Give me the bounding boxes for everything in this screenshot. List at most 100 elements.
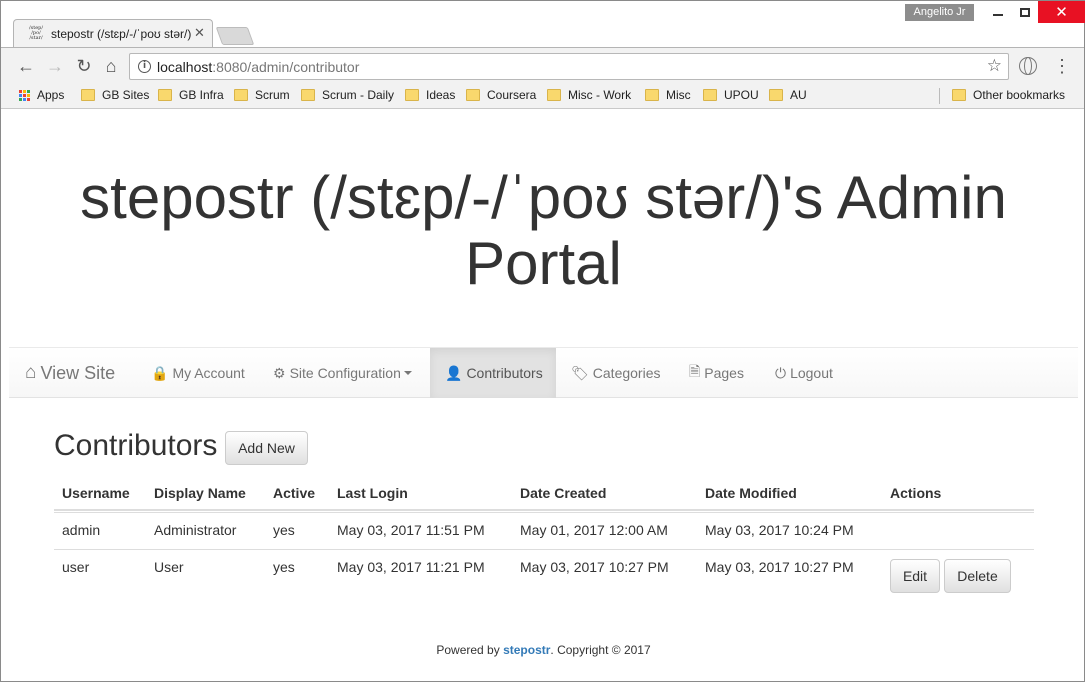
address-bar[interactable]: i localhost:8080/admin/contributor ☆ — [129, 53, 1009, 80]
bookmark-label: Scrum - Daily — [322, 88, 395, 102]
cell-last-login: May 03, 2017 11:51 PM — [337, 522, 485, 538]
page-title-line1: stepostr (/stɛp/-/ˈpoʊ stər/)'s Admin — [80, 164, 1007, 231]
column-header: Last Login — [337, 485, 408, 501]
file-icon: 🗎 — [689, 363, 701, 379]
bookmark-label: Ideas — [426, 88, 456, 102]
bookmark-label: Apps — [37, 88, 65, 102]
globe-icon[interactable] — [1019, 57, 1037, 75]
gear-icon: ⚙ — [273, 364, 286, 381]
bookmark-label: Misc — [666, 88, 691, 102]
back-button[interactable]: ← — [15, 55, 37, 77]
bookmark-ideas[interactable]: Ideas — [405, 88, 455, 102]
nav-categories[interactable]: 🏷 Categories — [571, 348, 660, 398]
cell-date-created: May 03, 2017 10:27 PM — [520, 559, 669, 575]
arrow-left-icon: ← — [17, 56, 35, 76]
bookmark-star-icon[interactable]: ☆ — [987, 56, 1002, 76]
bookmark-label: GB Infra — [179, 88, 224, 102]
bookmark-upou[interactable]: UPOU — [703, 88, 759, 102]
bookmark-au[interactable]: AU — [769, 88, 807, 102]
nav-label: Categories — [592, 365, 661, 381]
edit-button[interactable]: Edit — [890, 559, 940, 593]
home-button[interactable]: ⌂ — [100, 55, 122, 77]
column-header: Actions — [890, 485, 942, 501]
bookmark-gb-sites[interactable]: GB Sites — [81, 88, 149, 102]
nav-logout[interactable]: ⏻ Logout — [775, 348, 833, 398]
cell-last-login: May 03, 2017 11:21 PM — [337, 559, 485, 575]
browser-toolbar: ← → ↻ ⌂ i localhost:8080/admin/contribut… — [1, 47, 1084, 83]
more-menu-icon[interactable]: ⋮ — [1053, 55, 1071, 77]
column-header: Display Name — [154, 485, 246, 501]
bookmark-scrum-daily[interactable]: Scrum - Daily — [301, 88, 394, 102]
nav-contributors[interactable]: 👤 Contributors — [430, 348, 556, 398]
page-title-line2: Portal — [465, 230, 622, 297]
bookmark-other[interactable]: Other bookmarks — [952, 88, 1065, 102]
tab-close-icon[interactable]: ✕ — [194, 25, 205, 41]
add-new-button[interactable]: Add New — [225, 431, 308, 465]
folder-icon — [645, 89, 659, 101]
cell-display-name: User — [154, 559, 184, 575]
bookmark-label: Coursera — [487, 88, 537, 102]
footer-link[interactable]: stepostr — [503, 643, 550, 657]
nav-brand-label: View Site — [40, 362, 116, 383]
table-header: Username Display Name Active Last Login … — [54, 476, 1034, 511]
cell-active: yes — [273, 522, 295, 538]
footer-prefix: Powered by — [436, 643, 504, 657]
close-window-button[interactable]: ✕ — [1038, 1, 1085, 23]
nav-my-account[interactable]: 🔒 My Account — [151, 348, 245, 398]
forward-button[interactable]: → — [44, 55, 66, 77]
maximize-icon — [1020, 7, 1030, 17]
folder-icon — [952, 89, 966, 101]
url-text[interactable]: localhost:8080/admin/contributor — [157, 59, 359, 75]
table-row: user User yes May 03, 2017 11:21 PM May … — [54, 549, 1034, 603]
profile-badge[interactable]: Angelito Jr — [905, 4, 974, 21]
folder-icon — [405, 89, 419, 101]
bookmark-separator — [939, 88, 940, 104]
column-header: Active — [273, 485, 316, 501]
bookmark-gb-infra[interactable]: GB Infra — [158, 88, 224, 102]
cell-date-created: May 01, 2017 12:00 AM — [520, 522, 668, 538]
info-icon[interactable]: i — [138, 60, 151, 73]
bookmark-apps[interactable]: Apps — [19, 88, 64, 102]
nav-site-configuration[interactable]: ⚙ Site Configuration — [273, 348, 412, 398]
nav-label: Contributors — [466, 365, 543, 381]
column-header: Username — [62, 485, 130, 501]
footer: Powered by stepostr. Copyright © 2017 — [9, 643, 1078, 657]
admin-navbar: ⌂ View Site 🔒 My Account ⚙ Site Configur… — [9, 347, 1078, 398]
caret-down-icon — [403, 371, 412, 375]
nav-view-site[interactable]: ⌂ View Site — [25, 348, 145, 398]
cell-display-name: Administrator — [154, 522, 237, 538]
power-icon: ⏻ — [775, 364, 787, 381]
column-header: Date Modified — [705, 485, 797, 501]
reload-button[interactable]: ↻ — [73, 55, 95, 77]
nav-label: Pages — [704, 365, 744, 381]
folder-icon — [703, 89, 717, 101]
folder-icon — [158, 89, 172, 101]
bookmark-coursera[interactable]: Coursera — [466, 88, 536, 102]
delete-button[interactable]: Delete — [944, 559, 1011, 593]
nav-label: Site Configuration — [289, 365, 401, 381]
bookmark-misc[interactable]: Misc — [645, 88, 691, 102]
bookmark-label: Other bookmarks — [973, 88, 1066, 102]
minimize-button[interactable] — [983, 1, 1013, 23]
new-tab-button[interactable] — [215, 27, 255, 45]
bookmark-misc-work[interactable]: Misc - Work — [547, 88, 631, 102]
bookmark-label: Misc - Work — [568, 88, 632, 102]
bookmark-label: Scrum — [255, 88, 290, 102]
favicon-icon: /step/ /po/ /star/ — [28, 25, 44, 41]
nav-label: My Account — [172, 365, 245, 381]
nav-pages[interactable]: 🗎 Pages — [689, 348, 744, 398]
apps-grid-icon — [19, 89, 30, 101]
tags-icon: 🏷 — [571, 364, 589, 381]
cell-username: admin — [62, 522, 101, 538]
url-path: :8080/admin/contributor — [212, 59, 360, 75]
maximize-button[interactable] — [1010, 1, 1040, 23]
folder-icon — [81, 89, 95, 101]
folder-icon — [769, 89, 783, 101]
bookmark-scrum[interactable]: Scrum — [234, 88, 290, 102]
home-icon: ⌂ — [25, 362, 37, 383]
browser-tab[interactable]: /step/ /po/ /star/ stepostr (/stɛp/-/ˈpo… — [13, 19, 213, 48]
browser-window: /step/ /po/ /star/ stepostr (/stɛp/-/ˈpo… — [0, 0, 1085, 682]
page-content: stepostr (/stɛp/-/ˈpoʊ stər/)'s Admin Po… — [9, 109, 1078, 677]
folder-icon — [234, 89, 248, 101]
bookmark-label: GB Sites — [102, 88, 150, 102]
